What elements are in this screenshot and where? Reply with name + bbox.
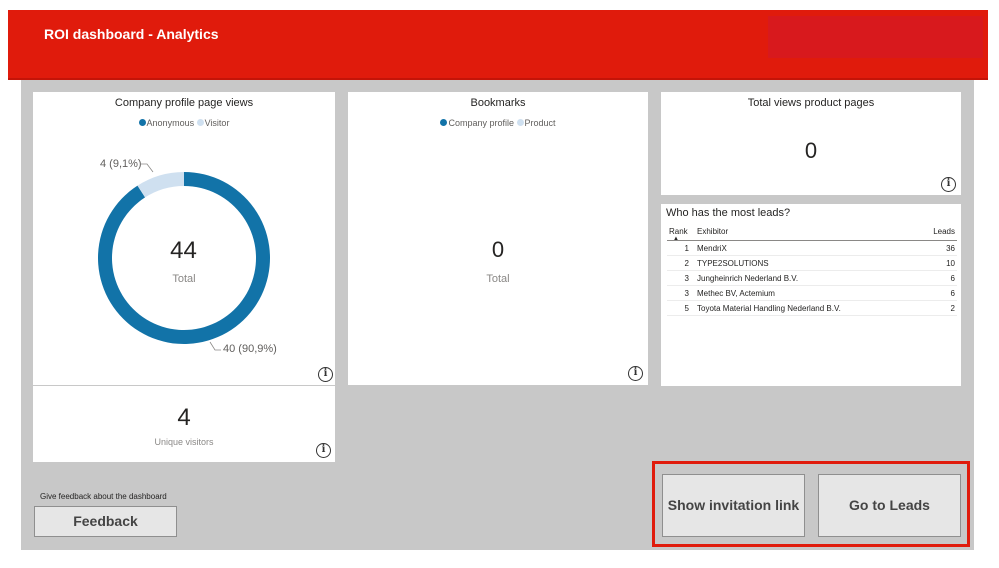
product-views-title: Total views product pages — [747, 97, 875, 109]
bookmarks-legend: Company profile Product — [348, 118, 648, 128]
table-row[interactable]: 2 TYPE2SOLUTIONS 10 — [667, 255, 957, 271]
rank-column-header[interactable]: Rank ▲ — [667, 224, 695, 242]
rank-cell: 5 — [667, 300, 695, 316]
info-icon[interactable]: i — [316, 443, 331, 458]
product-views-value: 0 — [804, 138, 818, 163]
visitor-leader-line — [141, 163, 154, 173]
leads-cell: 2 — [918, 300, 957, 316]
table-row[interactable]: 3 Methec BV, Actemium 6 — [667, 285, 957, 301]
show-invitation-link-button[interactable]: Show invitation link — [662, 474, 805, 537]
exhibitor-cell: MendriX — [695, 240, 919, 256]
product-views-card: Total views product pages 0 i — [661, 92, 961, 195]
table-row[interactable]: 1 MendriX 36 — [667, 240, 957, 256]
info-icon[interactable]: i — [628, 366, 643, 381]
legend-item-product[interactable]: Product — [516, 118, 556, 128]
leads-cell: 10 — [918, 255, 957, 271]
rank-cell: 3 — [667, 270, 695, 286]
app-header: ROI dashboard - Analytics — [8, 10, 988, 80]
header-logo-placeholder — [768, 16, 983, 58]
bookmarks-total: 0 — [491, 237, 505, 262]
rank-cell: 1 — [667, 240, 695, 256]
unique-visitors-label: Unique visitors — [154, 437, 214, 447]
unique-visitors-value: 4 — [177, 404, 191, 431]
profile-views-card: Company profile page views Anonymous Vis… — [33, 92, 335, 385]
table-row[interactable]: 5 Toyota Material Handling Nederland B.V… — [667, 300, 957, 316]
leads-cell: 6 — [918, 285, 957, 301]
rank-cell: 2 — [667, 255, 695, 271]
info-icon[interactable]: i — [941, 177, 956, 192]
profile-views-total: 44 — [170, 237, 197, 264]
leads-column-header[interactable]: Leads — [918, 224, 957, 241]
anonymous-leader-line — [209, 341, 221, 351]
feedback-label: Give feedback about the dashboard — [40, 492, 167, 501]
profile-views-total-label: Total — [172, 273, 196, 285]
leads-title: Who has the most leads? — [666, 207, 791, 219]
table-row[interactable]: 3 Jungheinrich Nederland B.V. 6 — [667, 270, 957, 286]
bookmarks-total-label: Total — [486, 273, 510, 285]
leads-card: Who has the most leads? Rank ▲ Exhibitor … — [661, 204, 961, 386]
page-title: ROI dashboard - Analytics — [44, 26, 219, 42]
legend-dot-icon — [516, 119, 524, 127]
bookmarks-card: Bookmarks Company profile Product 0 Tota… — [348, 92, 648, 385]
leads-cell: 36 — [918, 240, 957, 256]
legend-dot-icon — [440, 119, 448, 127]
exhibitor-cell: TYPE2SOLUTIONS — [695, 255, 919, 271]
donut-slice-visitor[interactable] — [137, 172, 184, 198]
table-header-row: Rank ▲ Exhibitor Leads — [667, 224, 957, 242]
visitor-slice-label: 4 (9,1%) — [100, 158, 142, 170]
unique-visitors-card: 4 Unique visitors i — [33, 386, 335, 462]
feedback-button[interactable]: Feedback — [34, 506, 177, 537]
rank-cell: 3 — [667, 285, 695, 301]
leads-cell: 6 — [918, 270, 957, 286]
info-icon[interactable]: i — [318, 367, 333, 382]
go-to-leads-button[interactable]: Go to Leads — [818, 474, 961, 537]
exhibitor-cell: Toyota Material Handling Nederland B.V. — [695, 300, 919, 316]
bookmarks-title: Bookmarks — [470, 97, 526, 109]
exhibitor-column-header[interactable]: Exhibitor — [695, 224, 919, 241]
legend-item-company-profile[interactable]: Company profile — [440, 118, 514, 128]
sort-ascending-icon: ▲ — [673, 236, 679, 242]
exhibitor-cell: Jungheinrich Nederland B.V. — [695, 270, 919, 286]
exhibitor-cell: Methec BV, Actemium — [695, 285, 919, 301]
anonymous-slice-label: 40 (90,9%) — [223, 343, 277, 355]
leads-table: Rank ▲ Exhibitor Leads 1 MendriX 36 2 TYP… — [667, 224, 957, 316]
